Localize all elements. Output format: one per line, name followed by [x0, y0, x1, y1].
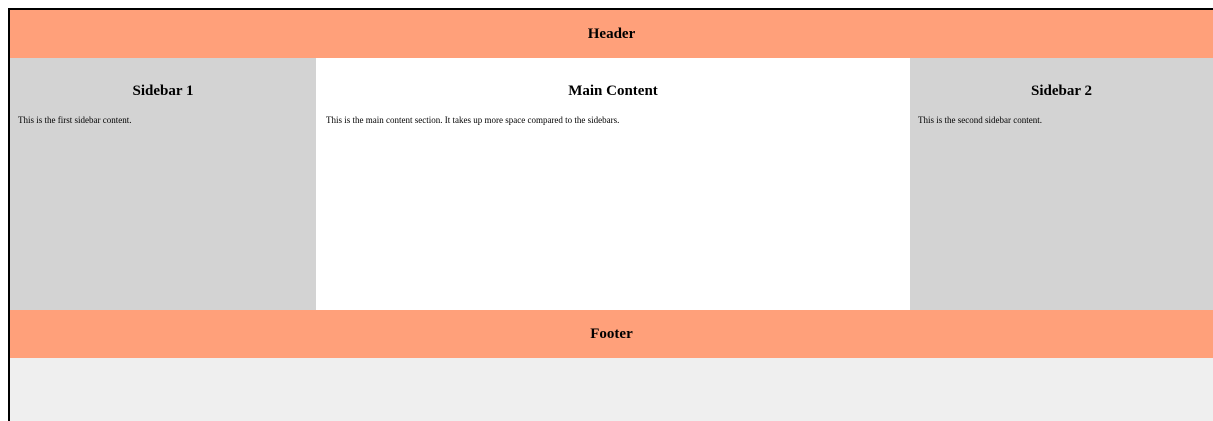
sidebar-1: Sidebar 1 This is the first sidebar cont…	[10, 58, 316, 310]
sidebar-1-title: Sidebar 1	[132, 83, 194, 99]
main-content-title: Main Content	[568, 83, 658, 99]
content-row: Sidebar 1 This is the first sidebar cont…	[10, 58, 1213, 310]
footer-title: Footer	[590, 325, 633, 342]
header: Header	[10, 10, 1213, 58]
sidebar-2: Sidebar 2 This is the second sidebar con…	[910, 58, 1213, 310]
footer: Footer	[10, 310, 1213, 358]
main-content: Main Content This is the main content se…	[316, 58, 910, 310]
page-container: Header Sidebar 1 This is the first sideb…	[8, 8, 1213, 421]
sidebar-2-title: Sidebar 2	[1031, 83, 1092, 99]
header-title: Header	[587, 25, 636, 42]
sidebar-1-text: This is the first sidebar content.	[18, 115, 132, 125]
main-content-text: This is the main content section. It tak…	[326, 115, 620, 125]
sidebar-2-text: This is the second sidebar content.	[918, 115, 1042, 125]
